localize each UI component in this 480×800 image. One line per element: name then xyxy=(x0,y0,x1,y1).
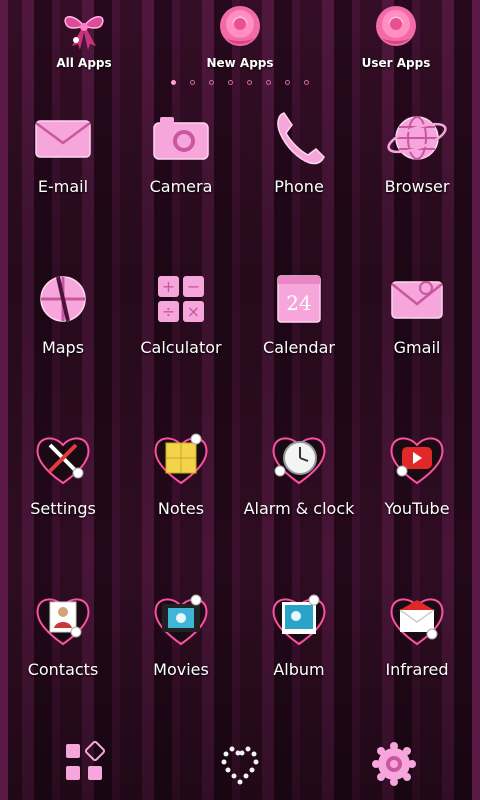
svg-text:÷: ÷ xyxy=(162,302,175,321)
photo-icon xyxy=(272,594,326,646)
calculator-icon: + − ÷ × xyxy=(158,276,204,322)
camera-icon xyxy=(153,117,209,160)
app-calendar[interactable]: 24 Calendar xyxy=(240,266,358,357)
app-label: Gmail xyxy=(393,338,441,357)
app-label: Infrared xyxy=(385,660,449,679)
youtube-icon xyxy=(390,437,444,485)
user-apps-label: User Apps xyxy=(361,56,431,70)
rose-icon xyxy=(376,6,416,46)
calendar-date-number: 24 xyxy=(286,291,311,315)
new-apps-label: New Apps xyxy=(206,56,274,70)
page-dot xyxy=(228,80,233,85)
page-dot xyxy=(285,80,290,85)
app-album[interactable]: Album xyxy=(240,588,358,679)
contacts-icon xyxy=(36,598,90,646)
app-label: Calculator xyxy=(140,338,222,357)
app-label: Maps xyxy=(41,338,85,357)
new-apps-button[interactable]: New Apps xyxy=(180,2,300,70)
page-dot-active xyxy=(171,80,176,85)
svg-text:×: × xyxy=(187,302,200,321)
app-label: Browser xyxy=(384,177,450,196)
app-row: Settings Notes Alarm & clock YouTube xyxy=(4,427,476,588)
app-gmail[interactable]: Gmail xyxy=(358,266,476,357)
app-row: Maps + − ÷ × Calculator 24 Calendar Gmai… xyxy=(4,266,476,427)
app-label: Contacts xyxy=(27,660,99,679)
app-alarm-clock[interactable]: Alarm & clock xyxy=(240,427,358,518)
app-browser[interactable]: Browser xyxy=(358,105,476,196)
app-label: Notes xyxy=(157,499,205,518)
page-dot xyxy=(304,80,309,85)
map-pin-icon xyxy=(40,276,86,322)
app-infrared[interactable]: Infrared xyxy=(358,588,476,679)
app-settings[interactable]: Settings xyxy=(4,427,122,518)
app-camera[interactable]: Camera xyxy=(122,105,240,196)
page-indicator xyxy=(0,80,480,90)
app-row: E-mail Camera Phone Browser xyxy=(4,105,476,266)
infrared-envelope-icon xyxy=(390,598,444,646)
film-icon xyxy=(154,594,208,646)
app-movies[interactable]: Movies xyxy=(122,588,240,679)
app-label: Alarm & clock xyxy=(243,499,355,518)
settings-tools-icon xyxy=(36,437,90,485)
page-dot xyxy=(209,80,214,85)
app-label: Settings xyxy=(30,499,96,518)
app-row: Contacts Movies Album Infrared xyxy=(4,588,476,749)
app-email[interactable]: E-mail xyxy=(4,105,122,196)
all-apps-button[interactable]: All Apps xyxy=(24,2,144,70)
dock xyxy=(0,738,480,800)
notes-icon xyxy=(154,433,208,485)
app-drawer-grid-icon[interactable] xyxy=(60,738,112,790)
settings-gear-icon[interactable] xyxy=(368,738,420,790)
svg-text:+: + xyxy=(162,277,175,296)
svg-text:−: − xyxy=(187,277,200,296)
app-label: Calendar xyxy=(263,338,335,357)
rose-icon xyxy=(220,6,260,46)
app-label: E-mail xyxy=(37,177,89,196)
app-label: Album xyxy=(273,660,325,679)
app-label: Movies xyxy=(153,660,209,679)
app-phone[interactable]: Phone xyxy=(240,105,358,196)
gmail-envelope-icon xyxy=(391,281,443,319)
page-dot xyxy=(247,80,252,85)
app-label: Camera xyxy=(149,177,213,196)
page-dot xyxy=(266,80,271,85)
app-label: Phone xyxy=(274,177,324,196)
app-notes[interactable]: Notes xyxy=(122,427,240,518)
phone-handset-icon xyxy=(277,112,325,165)
top-shortcut-bar: All Apps New Apps User Apps xyxy=(0,0,480,80)
app-contacts[interactable]: Contacts xyxy=(4,588,122,679)
globe-icon xyxy=(387,116,447,160)
app-grid: E-mail Camera Phone Browser Maps + − ÷ ×… xyxy=(4,105,476,749)
all-apps-label: All Apps xyxy=(56,56,112,70)
calendar-icon: 24 xyxy=(277,275,321,323)
heart-beads-icon[interactable] xyxy=(214,738,266,790)
ribbon-bow-icon xyxy=(64,16,104,50)
app-youtube[interactable]: YouTube xyxy=(358,427,476,518)
app-maps[interactable]: Maps xyxy=(4,266,122,357)
app-label: YouTube xyxy=(384,499,450,518)
clock-icon xyxy=(272,437,326,485)
user-apps-button[interactable]: User Apps xyxy=(336,2,456,70)
envelope-icon xyxy=(35,120,91,158)
page-dot xyxy=(190,80,195,85)
app-calculator[interactable]: + − ÷ × Calculator xyxy=(122,266,240,357)
